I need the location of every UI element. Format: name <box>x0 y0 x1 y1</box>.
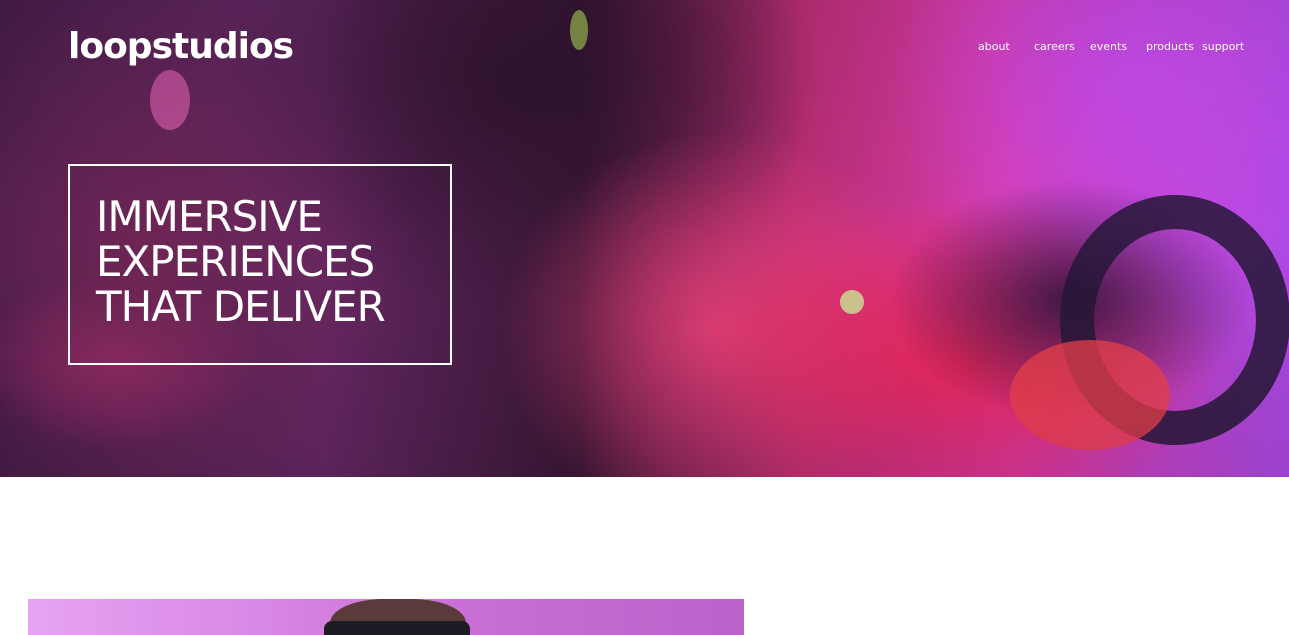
nav-link-products[interactable]: products <box>1146 40 1194 53</box>
hero-headline-line: THAT DELIVER <box>96 282 386 331</box>
nav-link-events[interactable]: events <box>1090 40 1127 53</box>
hero-headline-line: EXPERIENCES <box>96 237 375 286</box>
hero-headline: IMMERSIVE EXPERIENCES THAT DELIVER <box>96 192 386 331</box>
feature-image <box>28 599 744 635</box>
feature-image-headset <box>324 621 470 635</box>
nav-link-about[interactable]: about <box>978 40 1010 53</box>
main-nav: about careers events products support <box>0 40 1289 56</box>
hero-section: loopstudios about careers events product… <box>0 0 1289 477</box>
nav-link-careers[interactable]: careers <box>1034 40 1075 53</box>
nav-link-support[interactable]: support <box>1202 40 1244 53</box>
headline-box: IMMERSIVE EXPERIENCES THAT DELIVER <box>68 164 452 365</box>
hero-headline-line: IMMERSIVE <box>96 192 323 241</box>
